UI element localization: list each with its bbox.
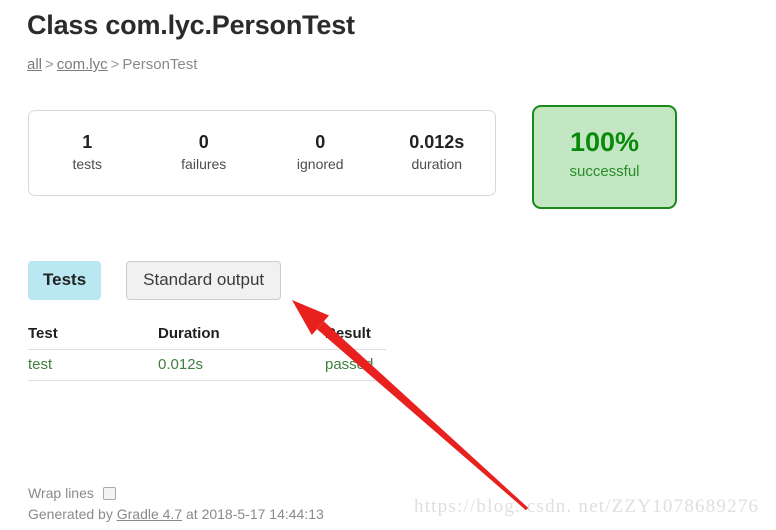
summary-label-ignored: ignored xyxy=(296,156,344,173)
status-badge: 100% successful xyxy=(532,105,677,209)
summary-item-tests: 1 tests xyxy=(29,131,146,176)
table-row: test 0.012s passed xyxy=(28,349,386,381)
column-header-duration: Duration xyxy=(158,325,325,350)
wrap-lines-control: Wrap lines xyxy=(28,485,116,501)
cell-duration: 0.012s xyxy=(158,349,325,381)
summary-item-failures: 0 failures xyxy=(146,131,263,176)
wrap-lines-label: Wrap lines xyxy=(28,485,94,501)
table-body: test 0.012s passed xyxy=(28,349,386,381)
status-badge-percent: 100% xyxy=(569,127,640,158)
column-header-test: Test xyxy=(28,325,158,350)
breadcrumb-separator-2: > xyxy=(110,56,120,73)
generated-by-footer: Generated by Gradle 4.7 at 2018-5-17 14:… xyxy=(28,506,324,522)
breadcrumb-current: PersonTest xyxy=(122,56,198,73)
cell-test-name: test xyxy=(28,349,158,381)
generated-by-timestamp: at 2018-5-17 14:44:13 xyxy=(186,506,324,522)
cell-result: passed xyxy=(325,349,386,381)
summary-label-duration: duration xyxy=(411,156,463,173)
summary-card: 1 tests 0 failures 0 ignored 0.012s dura… xyxy=(28,110,496,196)
test-report-page: Class com.lyc.PersonTest all > com.lyc > Per… xyxy=(0,0,776,530)
summary-value-failures: 0 xyxy=(198,131,209,152)
summary-label-failures: failures xyxy=(181,156,227,173)
breadcrumb-link-all[interactable]: all xyxy=(27,56,42,73)
tab-tests[interactable]: Tests xyxy=(28,261,102,300)
tab-standard-output[interactable]: Standard output xyxy=(126,261,282,300)
tab-bar: Tests Standard output xyxy=(28,261,282,300)
summary-item-duration: 0.012s duration xyxy=(379,131,496,176)
table-head: Test Duration Result xyxy=(28,325,386,350)
page-title: Class com.lyc.PersonTest xyxy=(27,10,355,40)
summary-label-tests: tests xyxy=(72,156,103,173)
wrap-lines-checkbox[interactable] xyxy=(102,486,116,500)
breadcrumb-separator-1: > xyxy=(45,56,54,73)
summary-item-ignored: 0 ignored xyxy=(262,131,379,176)
test-results-table: Test Duration Result test 0.012s passed xyxy=(28,325,386,381)
status-badge-caption: successful xyxy=(569,163,640,181)
summary-value-duration: 0.012s xyxy=(409,131,465,152)
generated-by-prefix: Generated by xyxy=(28,506,113,522)
column-header-result: Result xyxy=(325,325,386,350)
watermark-text: https://blog. csdn. net/ZZY1078689276 xyxy=(414,496,760,517)
summary-value-tests: 1 xyxy=(82,131,93,152)
table-header-row: Test Duration Result xyxy=(28,325,386,350)
breadcrumb-link-package[interactable]: com.lyc xyxy=(57,56,108,73)
breadcrumb: all > com.lyc > PersonTest xyxy=(27,56,197,73)
summary-value-ignored: 0 xyxy=(315,131,326,152)
test-name-link[interactable]: test xyxy=(28,356,52,373)
gradle-version-link[interactable]: Gradle 4.7 xyxy=(117,506,182,522)
